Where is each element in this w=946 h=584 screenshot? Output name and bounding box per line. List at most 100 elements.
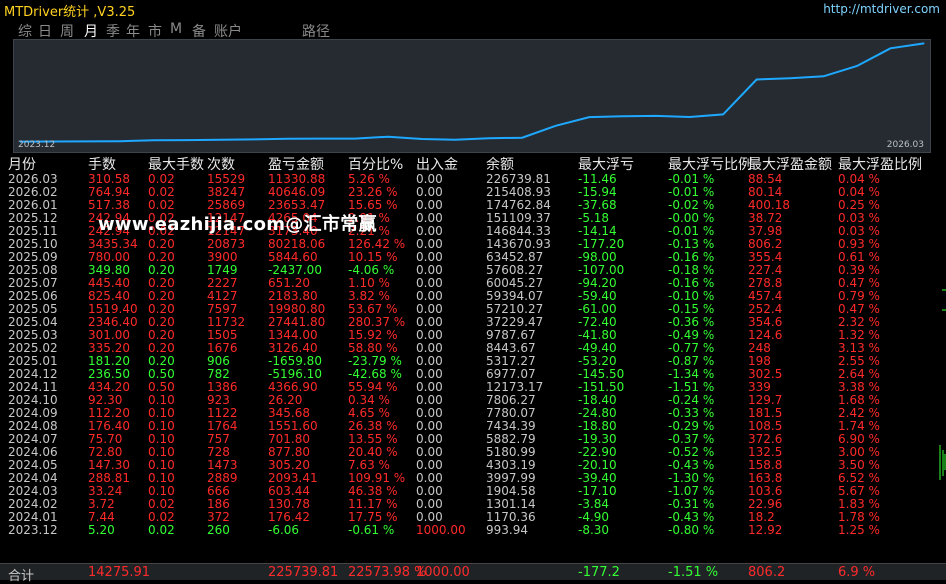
table-cell: 0.20	[148, 354, 175, 368]
table-row[interactable]: 2024.09 112.20 0.10 1122 345.68 4.65 % 0.00 778…	[0, 406, 946, 420]
tab-7[interactable]: M	[170, 21, 182, 37]
column-header[interactable]: 最大浮盈金额	[748, 154, 832, 174]
table-row[interactable]: 2024.11 434.20 0.50 1386 4366.90 55.94 % 0.00 1…	[0, 380, 946, 394]
table-row[interactable]: 2023.12 5.20 0.02 260 -6.06 -0.61 % 1000.00 993…	[0, 523, 946, 537]
column-header[interactable]: 盈亏金额	[268, 154, 324, 174]
chart-x-start-label: 2023.12	[18, 140, 56, 150]
column-header[interactable]: 手数	[88, 154, 116, 174]
table-cell: 0.00	[416, 185, 443, 199]
table-row[interactable]: 2024.06 72.80 0.10 728 877.80 20.40 % 0.00 5180…	[0, 445, 946, 459]
column-header[interactable]: 最大浮亏	[578, 154, 634, 174]
table-cell: 0.00	[416, 289, 443, 303]
table-cell: 2025.11	[8, 224, 58, 238]
column-header[interactable]: 最大浮盈比例	[838, 154, 922, 174]
table-row[interactable]: 2024.01 7.44 0.02 372 176.42 17.75 % 0.00 1170.…	[0, 510, 946, 524]
table-row[interactable]: 2025.05 1519.40 0.20 7597 19980.80 53.67 % 0.0…	[0, 302, 946, 316]
table-row[interactable]: 2024.05 147.30 0.10 1473 305.20 7.63 % 0.00 430…	[0, 458, 946, 472]
table-cell: 33.24	[88, 484, 123, 498]
table-cell: 0.02	[148, 510, 175, 524]
tab-3[interactable]: 月	[84, 21, 98, 41]
table-row[interactable]: 2025.09 780.00 0.20 3900 5844.60 10.15 % 0.00 6…	[0, 250, 946, 264]
table-cell: 2024.12	[8, 367, 58, 381]
column-header[interactable]: 最大手数	[148, 154, 204, 174]
equity-line	[19, 42, 925, 143]
equity-point	[488, 137, 490, 139]
table-row[interactable]: 2026.02 764.94 0.02 38247 40646.09 23.26 % 0.0…	[0, 185, 946, 199]
tab-8[interactable]: 备	[192, 21, 206, 41]
table-cell: 2025.10	[8, 237, 58, 251]
table-cell: 651.20	[268, 276, 310, 290]
column-header[interactable]: 余额	[486, 154, 514, 174]
table-cell: 310.58	[88, 172, 130, 186]
table-cell: -22.90	[578, 445, 617, 459]
totals-cell: 225739.81	[268, 565, 339, 580]
tab-10[interactable]: 路径	[302, 21, 330, 41]
table-header: 月份 手数 最大手数 次数 盈亏金额 百分比% 出入金 余额 最大浮亏 最大浮亏比例 最大浮盈金额最…	[0, 154, 946, 174]
table-cell: 0.20	[148, 289, 175, 303]
table-cell: 0.10	[148, 406, 175, 420]
table-cell: 345.68	[268, 406, 310, 420]
table-row[interactable]: 2025.02 335.20 0.20 1676 3126.40 58.80 % 0.00 8…	[0, 341, 946, 355]
tab-2[interactable]: 周	[60, 21, 74, 41]
totals-cell: 22573.98 %	[348, 565, 427, 580]
table-cell: 1505	[207, 328, 238, 342]
table-cell: 0.00	[416, 250, 443, 264]
table-row[interactable]: 2024.02 3.72 0.02 186 130.78 11.17 % 0.00 1301.…	[0, 497, 946, 511]
table-cell: 0.04 %	[838, 172, 880, 186]
table-row[interactable]: 2024.03 33.24 0.10 666 603.44 46.38 % 0.00 1904…	[0, 484, 946, 498]
table-row[interactable]: 2024.08 176.40 0.10 1764 1551.60 26.38 % 0.00 7…	[0, 419, 946, 433]
column-header[interactable]: 月份	[8, 154, 36, 174]
chart-x-end-label: 2026.03	[886, 140, 924, 150]
table-row[interactable]: 2025.10 3435.34 0.20 20873 80218.06 126.42 % 0…	[0, 237, 946, 251]
table-cell: -1.34 %	[668, 367, 715, 381]
column-header[interactable]: 最大浮亏比例	[668, 154, 752, 174]
table-cell: -4.06 %	[348, 263, 395, 277]
tab-9[interactable]: 账户	[214, 21, 242, 41]
column-header[interactable]: 次数	[207, 154, 235, 174]
table-cell: 13.55 %	[348, 432, 398, 446]
equity-point	[320, 138, 322, 140]
table-cell: 15529	[207, 172, 246, 186]
table-cell: 215408.93	[486, 185, 551, 199]
table-cell: 0.10	[148, 458, 175, 472]
table-row[interactable]: 2025.08 349.80 0.20 1749 -2437.00 -4.06 % 0.00…	[0, 263, 946, 277]
tab-4[interactable]: 季	[106, 21, 120, 41]
table-cell: 457.4	[748, 289, 783, 303]
table-cell: 0.00	[416, 432, 443, 446]
table-cell: 11.17 %	[348, 497, 398, 511]
table-cell: -145.50	[578, 367, 625, 381]
table-row[interactable]: 2025.04 2346.40 0.20 11732 27441.80 280.37 % 0…	[0, 315, 946, 329]
tab-0[interactable]: 综	[18, 21, 32, 41]
table-cell: -0.77 %	[668, 341, 715, 355]
tab-1[interactable]: 日	[38, 21, 52, 41]
table-row[interactable]: 2024.10 92.30 0.10 923 26.20 0.34 % 0.00 7806.2…	[0, 393, 946, 407]
column-header[interactable]: 出入金	[416, 154, 458, 174]
table-cell: -24.80	[578, 406, 617, 420]
table-row[interactable]: 2025.03 301.00 0.20 1505 1344.00 15.92 % 0.00 9…	[0, 328, 946, 342]
table-row[interactable]: 2026.03 310.58 0.02 15529 11330.88 5.26 % 0.00…	[0, 172, 946, 186]
table-cell: -0.31 %	[668, 497, 715, 511]
table-row[interactable]: 2024.07 75.70 0.10 757 701.80 13.55 % 0.00 5882…	[0, 432, 946, 446]
table-row[interactable]: 2024.12 236.50 0.50 782 -5196.10 -42.68 % 0.00…	[0, 367, 946, 381]
table-row[interactable]: 2024.04 288.81 0.10 2889 2093.41 109.91 % 0.00…	[0, 471, 946, 485]
website-link[interactable]: http://mtdriver.com	[823, 2, 940, 16]
totals-cell: -1.51 %	[668, 565, 719, 580]
equity-point	[756, 78, 758, 81]
tab-5[interactable]: 年	[126, 21, 140, 41]
table-row[interactable]: 2025.06 825.40 0.20 4127 2183.80 3.82 % 0.00 59…	[0, 289, 946, 303]
totals-row: 合计 14275.91 225739.81 22573.98 % 1000.00 -177…	[0, 563, 946, 584]
table-cell: 58.80 %	[348, 341, 398, 355]
table-cell: 4303.19	[486, 458, 536, 472]
tab-6[interactable]: 市	[148, 21, 162, 41]
table-cell: -18.40	[578, 393, 617, 407]
column-header[interactable]: 百分比%	[348, 154, 403, 174]
table-row[interactable]: 2025.01 181.20 0.20 906 -1659.80 -23.79 % 0.00…	[0, 354, 946, 368]
table-cell: 2889	[207, 471, 238, 485]
table-row[interactable]: 2025.07 445.40 0.20 2227 651.20 1.10 % 0.00 600…	[0, 276, 946, 290]
table-cell: -0.61 %	[348, 523, 395, 537]
table-cell: 0.10	[148, 471, 175, 485]
table-cell: 57210.27	[486, 302, 544, 316]
table-cell: -37.68	[578, 198, 617, 212]
table-cell: 0.00	[416, 328, 443, 342]
totals-cell: -177.2	[578, 565, 620, 580]
